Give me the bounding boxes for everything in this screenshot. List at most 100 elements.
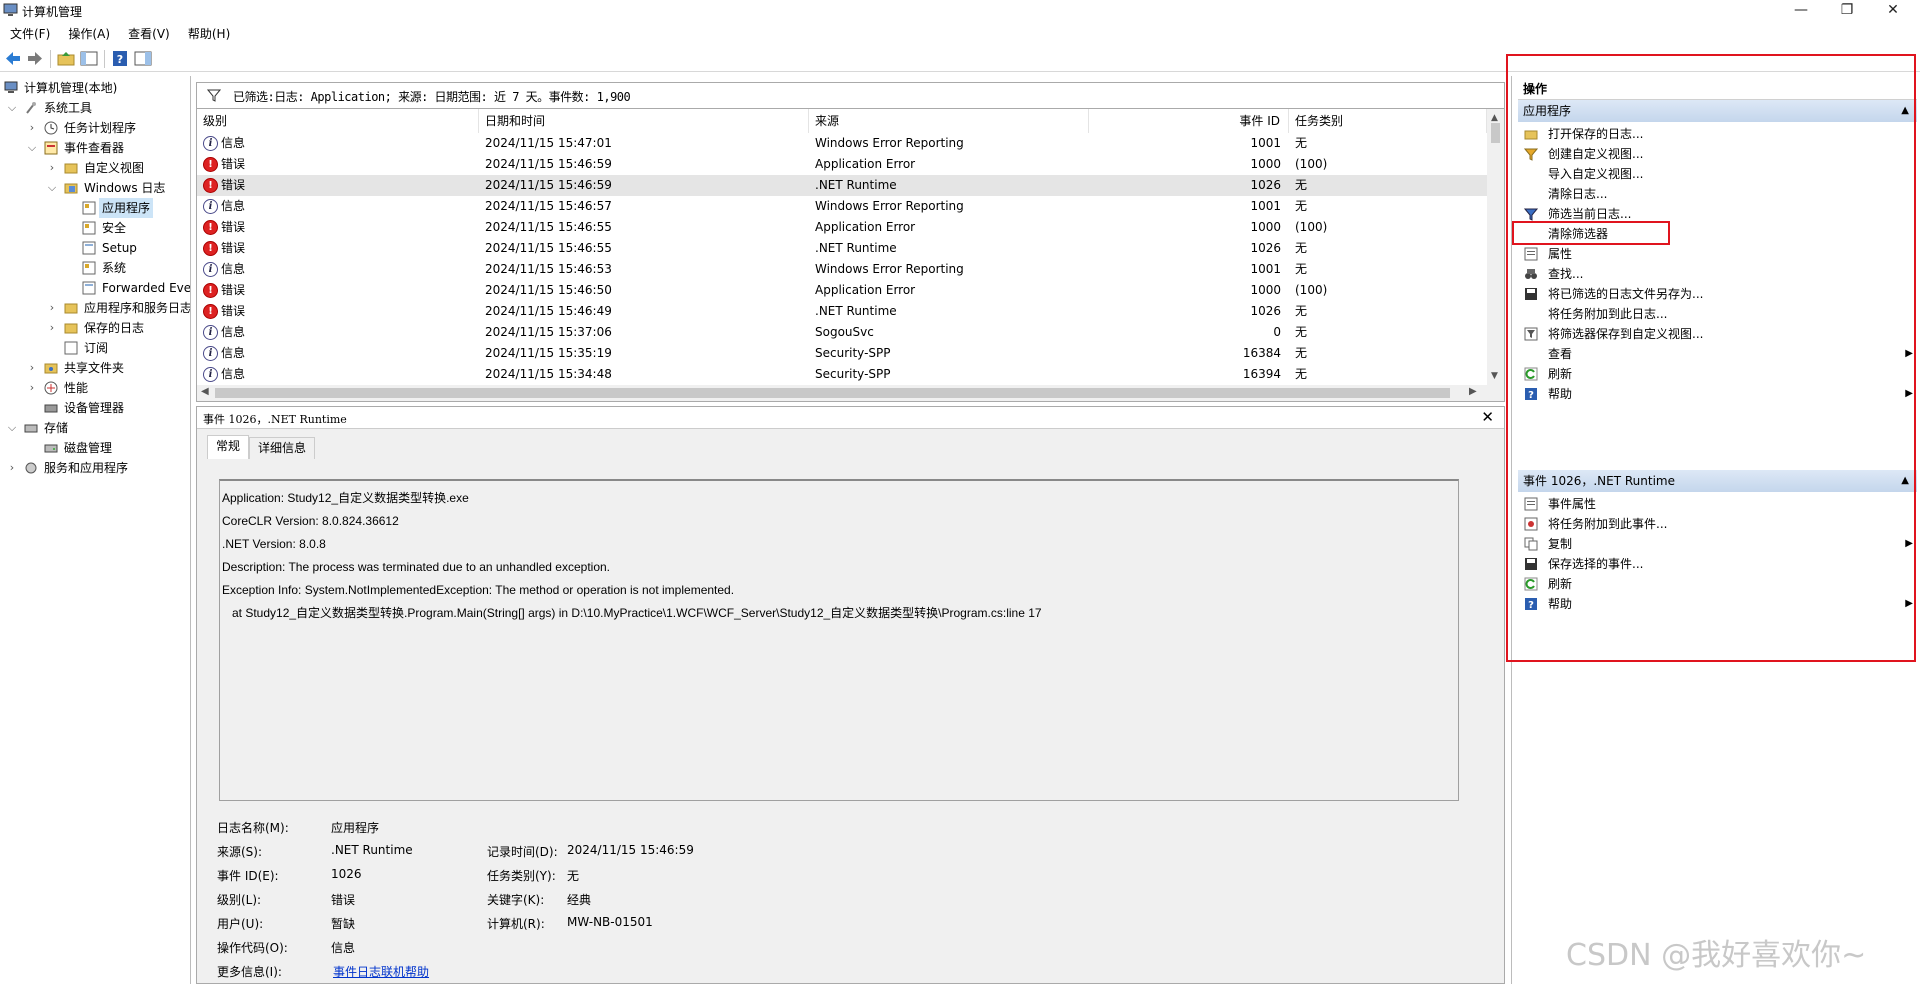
create-view-filter-icon <box>1524 148 1538 161</box>
cell-source: Application Error <box>815 220 916 234</box>
expand-chevron-icon[interactable]: ⌵ <box>46 178 58 198</box>
minimize-button[interactable]: — <box>1778 0 1824 22</box>
menu-file[interactable]: 文件(F) <box>10 24 50 44</box>
table-row[interactable]: ! 错误 2024/11/15 15:46:55 Application Error 1… <box>197 217 1487 238</box>
action-item-items1-1[interactable]: 创建自定义视图... <box>1518 144 1917 164</box>
show-hide-tree-icon[interactable] <box>80 50 98 67</box>
expand-chevron-icon[interactable]: ⌵ <box>6 418 18 438</box>
action-item-items1-13[interactable]: ? 帮助 ▶ <box>1518 384 1917 404</box>
menu-view[interactable]: 查看(V) <box>128 24 170 44</box>
keywords-label: 关键字(K): <box>487 893 545 907</box>
scroll-right-arrow-icon[interactable]: ▶ <box>1469 386 1477 397</box>
up-folder-icon[interactable] <box>57 50 75 67</box>
scrollbar-thumb[interactable] <box>1491 123 1500 143</box>
action-item-items1-2[interactable]: 导入自定义视图... <box>1518 164 1917 184</box>
back-arrow-icon[interactable] <box>4 50 22 67</box>
cell-datetime: 2024/11/15 15:46:57 <box>485 199 612 213</box>
column-header-event-id[interactable]: 事件 ID <box>1089 109 1289 133</box>
folder-icon <box>64 163 78 174</box>
expand-chevron-icon[interactable]: › <box>46 158 58 178</box>
action-item-items1-3[interactable]: 清除日志... <box>1518 184 1917 204</box>
scrollbar-thumb[interactable] <box>215 388 1450 398</box>
table-row[interactable]: i 信息 2024/11/15 15:46:57 Windows Error Repo… <box>197 196 1487 217</box>
column-header-source[interactable]: 来源 <box>809 109 1089 133</box>
log-icon <box>82 201 96 215</box>
action-item-items1-6[interactable]: 属性 <box>1518 244 1917 264</box>
expand-chevron-icon[interactable]: ⌵ <box>6 98 18 118</box>
cell-event-id: 1000 <box>1250 283 1281 297</box>
action-item-items2-0[interactable]: 事件属性 <box>1518 494 1917 514</box>
action-item-items1-5[interactable]: 清除筛选器 <box>1518 224 1917 244</box>
cell-task-category: 无 <box>1295 136 1308 150</box>
table-row[interactable]: ! 错误 2024/11/15 15:46:59 .NET Runtime 1026 无 <box>197 175 1487 196</box>
services-icon <box>25 462 37 474</box>
help-icon: ? <box>1525 598 1537 611</box>
restore-button[interactable]: ❐ <box>1824 0 1870 22</box>
vertical-scrollbar[interactable]: ▲ ▼ <box>1487 109 1504 401</box>
table-row[interactable]: ! 错误 2024/11/15 15:46:49 .NET Runtime 1026 无 <box>197 301 1487 322</box>
expand-chevron-icon[interactable]: ⌵ <box>26 138 38 158</box>
close-detail-icon[interactable]: ✕ <box>1481 408 1494 426</box>
cell-source: Security-SPP <box>815 367 891 381</box>
action-item-items2-1[interactable]: 将任务附加到此事件... <box>1518 514 1917 534</box>
table-row[interactable]: ! 错误 2024/11/15 15:46:50 Application Error 1… <box>197 280 1487 301</box>
tab-general[interactable]: 常规 <box>207 435 250 459</box>
expand-chevron-icon[interactable]: › <box>6 458 18 478</box>
action-item-items2-3[interactable]: 保存选择的事件... <box>1518 554 1917 574</box>
help-icon[interactable]: ? <box>111 50 129 67</box>
forward-arrow-icon[interactable] <box>26 50 44 67</box>
help-icon: ? <box>1525 388 1537 401</box>
column-header-task-category[interactable]: 任务类别 <box>1289 109 1487 133</box>
actions-group-event[interactable]: 事件 1026，.NET Runtime ▲ <box>1518 470 1917 492</box>
table-row[interactable]: ! 错误 2024/11/15 15:46:59 Application Error 1… <box>197 154 1487 175</box>
event-message-box[interactable]: Application: Study12_自定义数据类型转换.exe CoreC… <box>219 479 1459 801</box>
action-item-items1-0[interactable]: 打开保存的日志... <box>1518 124 1917 144</box>
action-item-items1-9[interactable]: 将任务附加到此日志... <box>1518 304 1917 324</box>
action-item-items1-4[interactable]: 筛选当前日志... <box>1518 204 1917 224</box>
collapse-caret-icon[interactable]: ▲ <box>1901 470 1909 492</box>
expand-chevron-icon[interactable]: › <box>26 378 38 398</box>
cell-task-category: 无 <box>1295 178 1308 192</box>
table-row[interactable]: i 信息 2024/11/15 15:46:53 Windows Error Repo… <box>197 259 1487 280</box>
online-help-link[interactable]: 事件日志联机帮助 <box>333 963 429 980</box>
column-header-datetime[interactable]: 日期和时间 <box>479 109 809 133</box>
action-item-items1-7[interactable]: 查找... <box>1518 264 1917 284</box>
column-header-level[interactable]: 级别 <box>197 109 479 133</box>
action-item-items1-11[interactable]: 查看 ▶ <box>1518 344 1917 364</box>
action-label: 属性 <box>1548 247 1573 261</box>
keywords-value: 经典 <box>567 893 592 907</box>
opcode-label: 操作代码(O): <box>217 941 288 955</box>
action-item-items2-5[interactable]: ? 帮助 ▶ <box>1518 594 1917 614</box>
table-row[interactable]: i 信息 2024/11/15 15:37:06 SogouSvc 0 无 <box>197 322 1487 343</box>
collapse-caret-icon[interactable]: ▲ <box>1901 100 1909 122</box>
tab-details[interactable]: 详细信息 <box>249 437 316 459</box>
show-action-pane-icon[interactable] <box>134 50 152 67</box>
filter-funnel-icon <box>1524 208 1538 221</box>
actions-group-application[interactable]: 应用程序 ▲ <box>1518 100 1917 122</box>
error-icon: ! <box>203 178 218 193</box>
action-item-items1-10[interactable]: 将筛选器保存到自定义视图... <box>1518 324 1917 344</box>
table-row[interactable]: i 信息 2024/11/15 15:47:01 Windows Error Repo… <box>197 133 1487 154</box>
menu-help[interactable]: 帮助(H) <box>188 24 230 44</box>
scroll-down-arrow-icon[interactable]: ▼ <box>1491 371 1498 381</box>
table-row[interactable]: i 信息 2024/11/15 15:35:19 Security-SPP 16384 无 <box>197 343 1487 364</box>
submenu-arrow-icon: ▶ <box>1905 348 1913 359</box>
subscription-icon <box>64 341 78 355</box>
expand-chevron-icon[interactable]: › <box>46 298 58 318</box>
scroll-left-arrow-icon[interactable]: ◀ <box>201 386 209 397</box>
expand-chevron-icon[interactable]: › <box>46 318 58 338</box>
cell-task-category: 无 <box>1295 346 1308 360</box>
horizontal-scrollbar[interactable]: ◀ ▶ <box>197 385 1487 401</box>
expand-chevron-icon[interactable]: › <box>26 118 38 138</box>
menu-action[interactable]: 操作(A) <box>68 24 110 44</box>
scroll-up-arrow-icon[interactable]: ▲ <box>1491 113 1498 123</box>
binoculars-icon <box>1525 269 1537 279</box>
action-item-items1-12[interactable]: 刷新 <box>1518 364 1917 384</box>
action-item-items2-4[interactable]: 刷新 <box>1518 574 1917 594</box>
expand-chevron-icon[interactable]: › <box>26 358 38 378</box>
table-row[interactable]: i 信息 2024/11/15 15:34:48 Security-SPP 16394 无 <box>197 364 1487 385</box>
table-row[interactable]: ! 错误 2024/11/15 15:46:55 .NET Runtime 1026 无 <box>197 238 1487 259</box>
action-item-items2-2[interactable]: 复制 ▶ <box>1518 534 1917 554</box>
close-button[interactable]: ✕ <box>1870 0 1916 22</box>
action-item-items1-8[interactable]: 将已筛选的日志文件另存为... <box>1518 284 1917 304</box>
